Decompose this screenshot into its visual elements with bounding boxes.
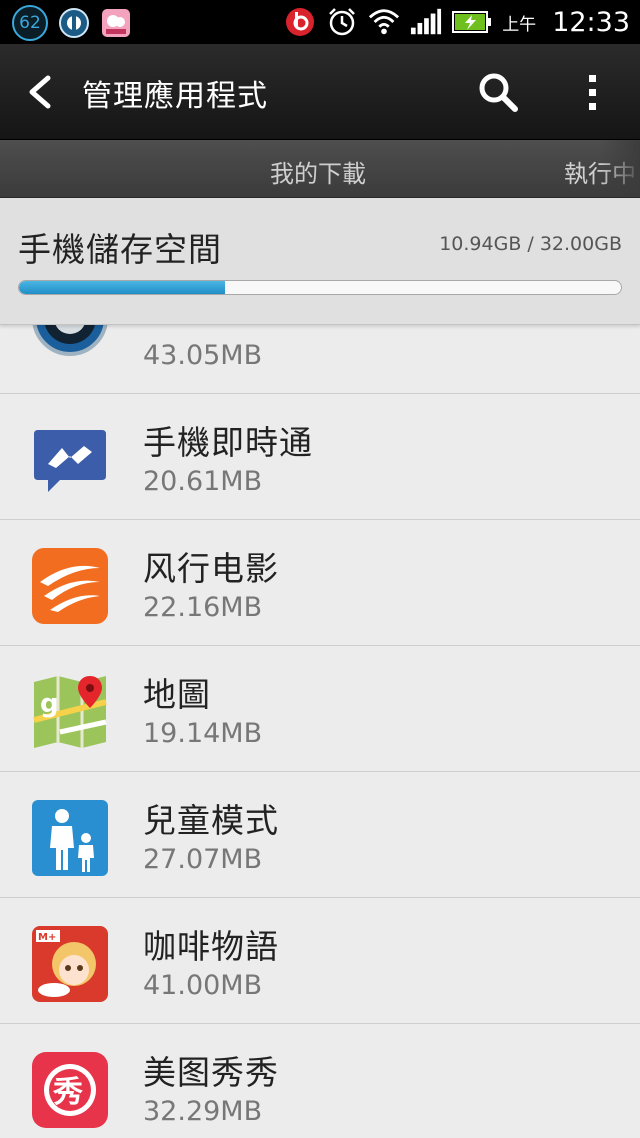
app-list: 43.05MB 手機即時通 20.61MB 风行电影 22.16MB g 地圖 … [0,268,640,1138]
notification-icons: 62 [12,5,132,41]
battery-charging-icon [452,6,492,38]
list-item[interactable]: M+ 咖啡物語 41.00MB [0,898,640,1024]
list-item[interactable]: 风行电影 22.16MB [0,520,640,646]
app-size: 41.00MB [143,970,263,1001]
system-icons: 上午 12:33 [284,0,630,44]
app-name: 地圖 [143,675,211,714]
pink-app-icon [100,7,132,39]
signal-icon [410,6,442,38]
svg-text:M+: M+ [38,932,56,943]
alarm-icon [326,6,358,38]
list-item[interactable]: 兒童模式 27.07MB [0,772,640,898]
app-name: 咖啡物語 [143,927,279,966]
clock: 12:33 [552,6,630,38]
app-name: 美图秀秀 [143,1053,279,1092]
app-size: 22.16MB [143,592,263,623]
cafe-story-app-icon: M+ [30,924,110,1004]
storage-summary: 手機儲存空間 10.94GB / 32.00GB [0,198,640,325]
app-size: 43.05MB [143,340,263,371]
action-bar: 管理應用程式 [0,44,640,140]
ttpod-notification-icon [58,7,90,39]
list-item[interactable]: 秀 美图秀秀 32.29MB [0,1024,640,1138]
page-title: 管理應用程式 [82,79,268,114]
svg-text:秀: 秀 [52,1075,83,1110]
meitu-app-icon: 秀 [30,1050,110,1130]
app-size: 32.29MB [143,1096,263,1127]
tab-bar: 我的下載 執行中 [0,140,640,198]
app-size: 20.61MB [143,466,263,497]
storage-progress-fill [19,281,225,294]
badge-62-icon: 62 [12,5,48,41]
back-icon[interactable] [20,72,60,112]
funshion-app-icon [30,546,110,626]
app-size: 27.07MB [143,844,263,875]
app-size: 19.14MB [143,718,263,749]
list-item[interactable]: 手機即時通 20.61MB [0,394,640,520]
ampm-label: 上午 [502,14,537,35]
messenger-app-icon [30,420,110,500]
app-name: 兒童模式 [143,801,279,840]
storage-progress-bar [18,280,622,295]
app-name: 手機即時通 [143,423,313,462]
status-bar: 62 上午 12:33 [0,0,640,44]
storage-amount: 10.94GB / 32.00GB [439,233,622,255]
list-item[interactable]: g 地圖 19.14MB [0,646,640,772]
kids-mode-app-icon [30,798,110,878]
app-name: 风行电影 [143,549,279,588]
maps-app-icon: g [30,672,110,752]
search-icon[interactable] [474,68,522,116]
beats-audio-icon [284,6,316,38]
storage-title: 手機儲存空間 [18,230,222,269]
tab-downloads[interactable]: 我的下載 [270,154,366,189]
wifi-icon [368,6,400,38]
tab-fade [600,140,640,197]
svg-text:g: g [40,689,59,719]
overflow-menu-icon[interactable] [572,68,612,116]
badge-count: 62 [19,13,41,33]
